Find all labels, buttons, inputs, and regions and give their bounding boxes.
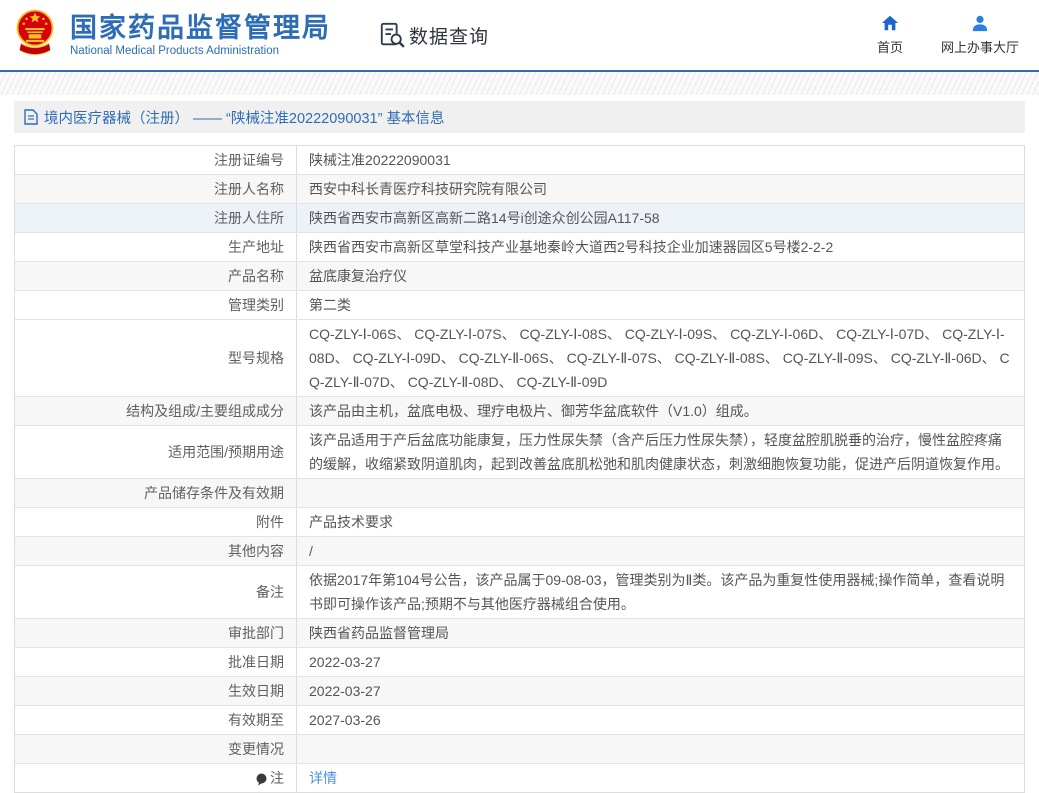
nav-home-label: 首页	[876, 40, 903, 55]
note-icon	[256, 773, 267, 785]
home-icon	[881, 15, 899, 31]
table-row: 变更情况	[15, 734, 1024, 763]
row-value: 依据2017年第104号公告，该产品属于09-08-03，管理类别为Ⅱ类。该产品…	[309, 572, 1005, 612]
row-value: 2022-03-27	[309, 683, 381, 699]
table-row: 注册人住所 陕西省西安市高新区高新二路14号i创途众创公园A117-58	[15, 203, 1024, 232]
table-row: 产品储存条件及有效期	[15, 478, 1024, 507]
row-label: 产品名称	[15, 262, 297, 290]
national-emblem-icon	[16, 9, 54, 56]
row-value: 西安中科长青医疗科技研究院有限公司	[309, 181, 547, 197]
table-row: 产品名称 盆底康复治疗仪	[15, 261, 1024, 290]
row-label: 注	[15, 764, 297, 792]
breadcrumb: 境内医疗器械（注册） —— “陕械注准20222090031” 基本信息	[14, 101, 1025, 133]
table-row: 批准日期 2022-03-27	[15, 647, 1024, 676]
data-query-section[interactable]: 数据查询	[379, 22, 489, 49]
site-name-en: National Medical Products Administration	[70, 45, 280, 57]
page-title: 境内医疗器械（注册） —— “陕械注准20222090031” 基本信息	[44, 110, 445, 127]
row-value: 陕械注准20222090031	[309, 152, 451, 168]
table-row: 注册证编号 陕械注准20222090031	[15, 146, 1024, 174]
table-row: 审批部门 陕西省药品监督管理局	[15, 618, 1024, 647]
table-row: 管理类别 第二类	[15, 290, 1024, 319]
user-icon	[972, 15, 988, 32]
detail-link[interactable]: 详情	[309, 766, 337, 790]
row-value: 2022-03-27	[309, 654, 381, 670]
row-label: 型号规格	[15, 320, 297, 396]
row-label: 生效日期	[15, 677, 297, 705]
table-row: 注册人名称 西安中科长青医疗科技研究院有限公司	[15, 174, 1024, 203]
page-header: 国家药品监督管理局 National Medical Products Admi…	[0, 0, 1039, 72]
site-name-cn: 国家药品监督管理局	[70, 13, 331, 43]
row-label: 注册人住所	[15, 204, 297, 232]
registration-info-table: 注册证编号 陕械注准20222090031 注册人名称 西安中科长青医疗科技研究…	[14, 145, 1025, 793]
row-label: 其他内容	[15, 537, 297, 565]
row-label: 注册证编号	[15, 146, 297, 174]
row-label: 有效期至	[15, 706, 297, 734]
row-value: 详情	[297, 764, 1024, 792]
site-logo[interactable]: 国家药品监督管理局 National Medical Products Admi…	[14, 8, 331, 62]
row-label: 批准日期	[15, 648, 297, 676]
row-value	[297, 479, 1024, 507]
table-row: 生产地址 陕西省西安市高新区草堂科技产业基地秦岭大道西2号科技企业加速器园区5号…	[15, 232, 1024, 261]
table-row: 适用范围/预期用途 该产品适用于产后盆底功能康复，压力性尿失禁（含产后压力性尿失…	[15, 425, 1024, 478]
table-row: 附件 产品技术要求	[15, 507, 1024, 536]
row-label: 变更情况	[15, 735, 297, 763]
row-label: 结构及组成/主要组成成分	[15, 397, 297, 425]
row-value: 该产品适用于产后盆底功能康复，压力性尿失禁（含产后压力性尿失禁），轻度盆腔肌脱垂…	[309, 432, 1009, 472]
document-icon	[24, 109, 38, 125]
row-label: 生产地址	[15, 233, 297, 261]
row-label: 产品储存条件及有效期	[15, 479, 297, 507]
row-value: 产品技术要求	[309, 514, 393, 530]
data-query-icon	[380, 22, 405, 48]
row-label: 附件	[15, 508, 297, 536]
data-query-label: 数据查询	[409, 26, 490, 48]
nav-service-hall-label: 网上办事大厅	[940, 40, 1019, 55]
nav-home[interactable]: 首页	[877, 14, 903, 56]
row-value: 陕西省药品监督管理局	[309, 625, 449, 641]
row-label: 审批部门	[15, 619, 297, 647]
table-row: 结构及组成/主要组成成分 该产品由主机，盆底电极、理疗电极片、御芳华盆底软件（V…	[15, 396, 1024, 425]
row-value: CQ-ZLY-Ⅰ-06S、 CQ-ZLY-Ⅰ-07S、 CQ-ZLY-Ⅰ-08S…	[309, 326, 1010, 390]
row-value: 陕西省西安市高新区草堂科技产业基地秦岭大道西2号科技企业加速器园区5号楼2-2-…	[309, 239, 834, 255]
row-value: 陕西省西安市高新区高新二路14号i创途众创公园A117-58	[309, 210, 660, 226]
top-nav: 首页 网上办事大厅	[877, 14, 1019, 56]
table-row: 型号规格 CQ-ZLY-Ⅰ-06S、 CQ-ZLY-Ⅰ-07S、 CQ-ZLY-…	[15, 319, 1024, 396]
row-value: 第二类	[309, 297, 351, 313]
row-value	[297, 735, 1024, 763]
row-value: 该产品由主机，盆底电极、理疗电极片、御芳华盆底软件（V1.0）组成。	[309, 403, 758, 419]
table-row: 有效期至 2027-03-26	[15, 705, 1024, 734]
nav-service-hall[interactable]: 网上办事大厅	[941, 14, 1019, 56]
table-row: 生效日期 2022-03-27	[15, 676, 1024, 705]
row-label: 适用范围/预期用途	[15, 426, 297, 478]
row-label: 备注	[15, 566, 297, 618]
table-row: 备注 依据2017年第104号公告，该产品属于09-08-03，管理类别为Ⅱ类。…	[15, 565, 1024, 618]
note-label: 注	[270, 770, 284, 786]
row-value: /	[309, 543, 313, 559]
row-value: 盆底康复治疗仪	[309, 268, 407, 284]
table-row: 其他内容 /	[15, 536, 1024, 565]
hatch-divider	[0, 72, 1039, 95]
row-label: 注册人名称	[15, 175, 297, 203]
row-value: 2027-03-26	[309, 712, 381, 728]
row-label: 管理类别	[15, 291, 297, 319]
table-row-note: 注 详情	[15, 763, 1024, 792]
